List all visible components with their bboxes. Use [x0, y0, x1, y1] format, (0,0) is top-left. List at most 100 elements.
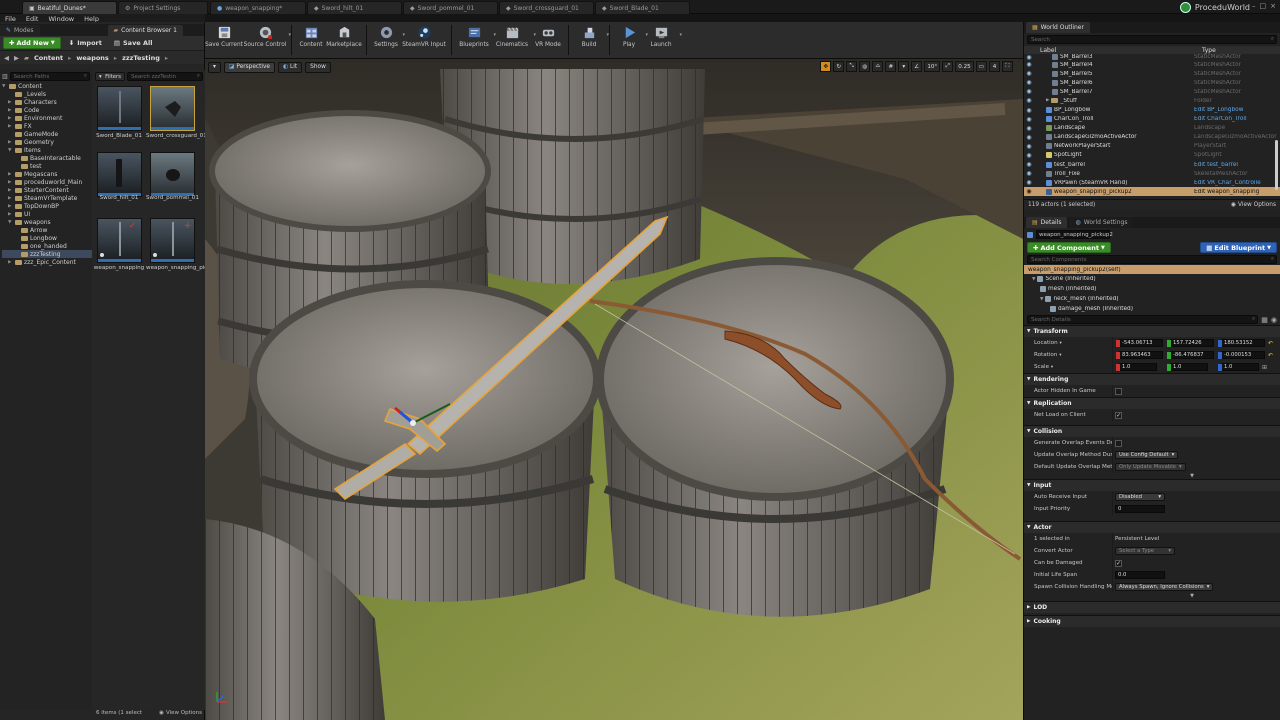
property-matrix-icon[interactable]: ▦: [1261, 316, 1268, 324]
camera-speed-icon[interactable]: ▭: [975, 61, 987, 72]
back-icon[interactable]: ◀: [4, 54, 9, 62]
outliner-row-selected[interactable]: ◉ weapon_snapping_pickup2 Edit weapon_snap…: [1024, 187, 1280, 197]
asset-thumbnail[interactable]: [97, 152, 142, 197]
rotation-x-input[interactable]: 83.963463: [1116, 351, 1163, 359]
tab-world-settings[interactable]: ◍ World Settings: [1069, 217, 1134, 228]
add-new-button[interactable]: ✚ Add New ▼: [3, 37, 61, 49]
visibility-icon[interactable]: ◉: [1024, 134, 1034, 141]
visibility-icon[interactable]: ◉: [1024, 107, 1034, 114]
breadcrumb-content[interactable]: Content: [34, 54, 63, 62]
scale-z-input[interactable]: 1.0: [1218, 363, 1259, 371]
tree-item[interactable]: ▶ Environment: [2, 114, 92, 122]
world-local-icon[interactable]: ◍: [859, 61, 871, 72]
tree-item[interactable]: BaseInteractable: [2, 154, 92, 162]
reset-arrow-icon[interactable]: ↶: [1268, 340, 1273, 347]
actor-name-input[interactable]: weapon_snapping_pickup2: [1036, 230, 1113, 239]
location-y-input[interactable]: 157.72426: [1167, 339, 1214, 347]
maximize-viewport-icon[interactable]: ⛶: [1002, 61, 1013, 72]
tree-item[interactable]: ▼ Items: [2, 146, 92, 154]
launch-button[interactable]: Launch ▾: [644, 22, 682, 58]
steamvr-input-button[interactable]: SteamVR Input: [401, 22, 447, 58]
can-be-damaged-checkbox[interactable]: ✓: [1115, 559, 1122, 567]
section-collision[interactable]: ▼ Collision: [1024, 425, 1280, 437]
tree-item[interactable]: Longbow: [2, 234, 92, 242]
column-label[interactable]: Label: [1034, 47, 1202, 54]
visibility-icon[interactable]: ◉: [1024, 79, 1034, 86]
net-load-checkbox[interactable]: ✓: [1115, 411, 1122, 419]
tree-item[interactable]: GameMode: [2, 130, 92, 138]
asset-thumbnail[interactable]: +: [150, 218, 195, 263]
component-row[interactable]: ▼ Scene (Inherited): [1024, 274, 1280, 284]
actor-hidden-checkbox[interactable]: [1115, 387, 1122, 395]
section-input[interactable]: ▼ Input: [1024, 479, 1280, 491]
location-x-input[interactable]: -543.06713: [1116, 339, 1163, 347]
perspective-button[interactable]: ◪ Perspective: [223, 61, 275, 73]
tree-item-content[interactable]: ▼ Content: [2, 82, 92, 90]
outliner-search-input[interactable]: Search ⌕: [1027, 35, 1277, 44]
component-row[interactable]: mesh (Inherited): [1024, 284, 1280, 294]
chevron-down-icon[interactable]: ▾: [1059, 341, 1061, 346]
save-current-button[interactable]: Save Current: [205, 22, 243, 58]
section-cooking[interactable]: ▶ Cooking: [1024, 615, 1280, 627]
tree-item[interactable]: one_handed: [2, 242, 92, 250]
tab-sword-hilt[interactable]: ◆ Sword_hilt_01: [307, 1, 402, 14]
tree-item[interactable]: ▶ Megascans: [2, 170, 92, 178]
close-icon[interactable]: ×: [1270, 2, 1276, 12]
tab-weapon-snapping[interactable]: ● weapon_snapping*: [210, 1, 306, 14]
visibility-icon[interactable]: ◉: [1024, 152, 1034, 159]
visibility-icon[interactable]: ◉: [1024, 125, 1034, 132]
level-viewport[interactable]: ▾ ◪ Perspective ◐ Lit Show ✥ ↻ ⤡ ◍ ⌓ # ▾ ∠…: [205, 59, 1023, 720]
add-component-button[interactable]: ✚ Add Component ▼: [1027, 242, 1111, 253]
outliner-row[interactable]: ◉ SM_Barrel7 StaticMeshActor: [1024, 87, 1280, 96]
tree-item[interactable]: ▶ SteamVrTemplate: [2, 194, 92, 202]
outliner-row[interactable]: ◉ Landscape Landscape: [1024, 124, 1280, 133]
rotation-snap-value[interactable]: 10°: [924, 61, 941, 72]
visibility-icon[interactable]: ◉: [1024, 54, 1034, 60]
outliner-row[interactable]: ◉ LandscapeGizmoActiveActor LandscapeGizmo…: [1024, 133, 1280, 142]
outliner-row[interactable]: ◉ SpotLight SpotLight: [1024, 151, 1280, 160]
asset-thumbnail[interactable]: [97, 86, 142, 131]
view-options-button[interactable]: ◉ View Options: [159, 710, 202, 716]
update-overlap-dropdown[interactable]: Use Config Default ▾: [1115, 451, 1179, 459]
scale-tool-icon[interactable]: ⤡: [846, 61, 858, 72]
filters-button[interactable]: ▾ Filters: [95, 72, 125, 81]
input-priority-input[interactable]: 0: [1115, 505, 1165, 513]
rotation-snap-icon[interactable]: ∠: [911, 61, 923, 72]
forward-icon[interactable]: ▶: [14, 54, 19, 62]
rotation-z-input[interactable]: -0.000153: [1218, 351, 1265, 359]
column-type[interactable]: Type: [1202, 47, 1216, 54]
component-row[interactable]: damage_mesh (Inherited): [1024, 304, 1280, 314]
outliner-row[interactable]: ◉ BP_Longbow Edit BP_Longbow: [1024, 105, 1280, 114]
chevron-down-icon[interactable]: ▾: [1059, 353, 1061, 358]
spawn-collision-dropdown[interactable]: Always Spawn, Ignore Collisions ▾: [1115, 583, 1214, 591]
outliner-row[interactable]: ◉ SM_Barrel5 StaticMeshActor: [1024, 69, 1280, 78]
tab-sword-pommel[interactable]: ◆ Sword_pommel_01: [403, 1, 498, 14]
breadcrumb-zzztesting[interactable]: zzzTesting: [122, 54, 160, 62]
reset-arrow-icon[interactable]: ↶: [1268, 352, 1273, 359]
build-button[interactable]: Build ▾: [573, 22, 609, 58]
breadcrumb-weapons[interactable]: weapons: [76, 54, 108, 62]
tab-modes[interactable]: ✎ Modes: [0, 25, 40, 36]
translate-tool-icon[interactable]: ✥: [820, 61, 832, 72]
tree-item[interactable]: ▶ Characters: [2, 98, 92, 106]
section-rendering[interactable]: ▼ Rendering: [1024, 373, 1280, 385]
chevron-down-icon[interactable]: ▾: [1051, 365, 1053, 370]
grid-size-dropdown[interactable]: ▾: [898, 61, 910, 72]
visibility-icon[interactable]: ◉: [1024, 97, 1034, 104]
auto-receive-dropdown[interactable]: Disabled ▾: [1115, 493, 1165, 501]
tab-sword-blade[interactable]: ◆ Sword_Blade_01: [595, 1, 690, 14]
tab-world-outliner[interactable]: ▦ World Outliner: [1026, 22, 1090, 33]
search-components-input[interactable]: Search Components ⌕: [1027, 255, 1277, 264]
rotate-tool-icon[interactable]: ↻: [833, 61, 845, 72]
marketplace-button[interactable]: Marketplace: [326, 22, 362, 58]
cinematics-button[interactable]: Cinematics ▾: [492, 22, 536, 58]
visibility-icon[interactable]: ◉: [1024, 161, 1034, 168]
outliner-row[interactable]: ◉ VRPawn (SteamVR Hand) Edit VR_Char_Contr…: [1024, 178, 1280, 187]
viewport-options-button[interactable]: ▾: [208, 61, 221, 73]
tree-item[interactable]: ▶ FX: [2, 122, 92, 130]
component-row[interactable]: ▼ neck_mesh (Inherited): [1024, 294, 1280, 304]
tree-item[interactable]: Arrow: [2, 226, 92, 234]
outliner-scrollbar[interactable]: [1275, 140, 1278, 190]
section-replication[interactable]: ▼ Replication: [1024, 397, 1280, 409]
source-control-button[interactable]: Source Control ▾: [243, 22, 291, 58]
